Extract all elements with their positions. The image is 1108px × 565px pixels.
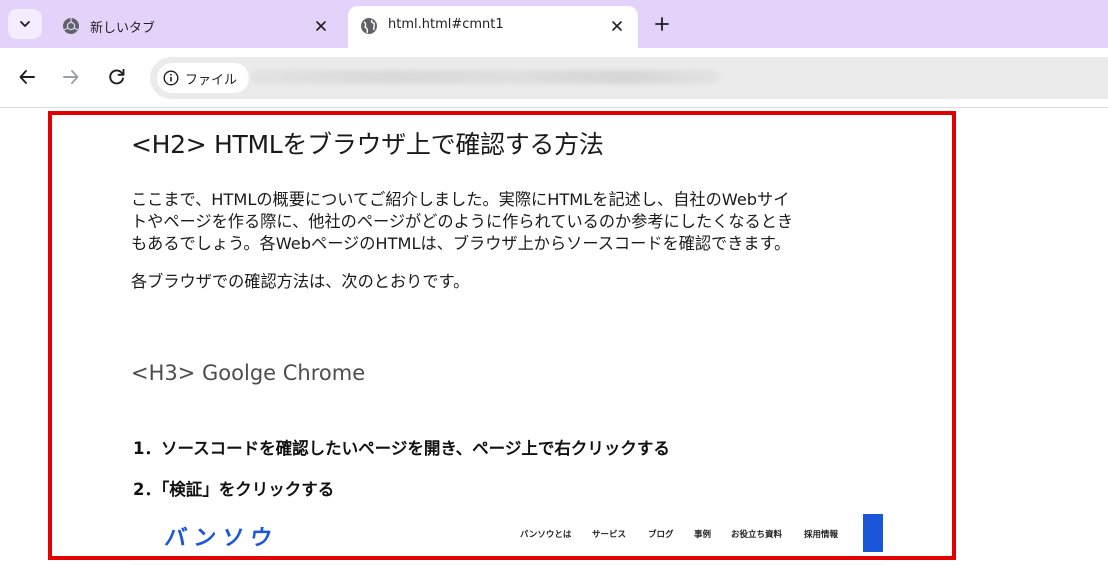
reload-button[interactable] xyxy=(104,64,130,90)
info-icon xyxy=(163,70,179,86)
new-tab-button[interactable] xyxy=(650,12,674,36)
browser-toolbar: ファイル xyxy=(0,48,1108,108)
arrow-left-icon xyxy=(19,70,35,84)
close-icon[interactable] xyxy=(606,15,628,37)
tab-new-tab[interactable]: 新しいタブ xyxy=(50,6,342,48)
arrow-right-icon xyxy=(63,70,79,84)
site-info-chip[interactable]: ファイル xyxy=(157,63,250,93)
page-viewport: <H2> HTMLをブラウザ上で確認する方法 ここまで、HTMLの概要についてご… xyxy=(0,109,1108,565)
plus-icon xyxy=(655,17,669,31)
back-button[interactable] xyxy=(14,64,40,90)
close-icon[interactable] xyxy=(310,15,332,37)
tab-strip: 新しいタブ html.html#cmnt1 xyxy=(0,0,1108,48)
tab-search-button[interactable] xyxy=(8,9,42,39)
tab-html-file[interactable]: html.html#cmnt1 xyxy=(348,6,638,48)
site-info-label: ファイル xyxy=(185,72,238,88)
chevron-down-icon xyxy=(20,21,30,27)
reload-icon xyxy=(109,68,125,85)
url-text-blurred xyxy=(250,70,720,84)
globe-icon xyxy=(361,18,377,34)
tab-title: 新しいタブ xyxy=(90,21,156,36)
address-bar[interactable]: ファイル xyxy=(150,57,1108,99)
red-highlight-box xyxy=(48,111,956,560)
chrome-icon xyxy=(63,18,79,34)
tab-title: html.html#cmnt1 xyxy=(388,17,504,32)
forward-button[interactable] xyxy=(58,64,84,90)
